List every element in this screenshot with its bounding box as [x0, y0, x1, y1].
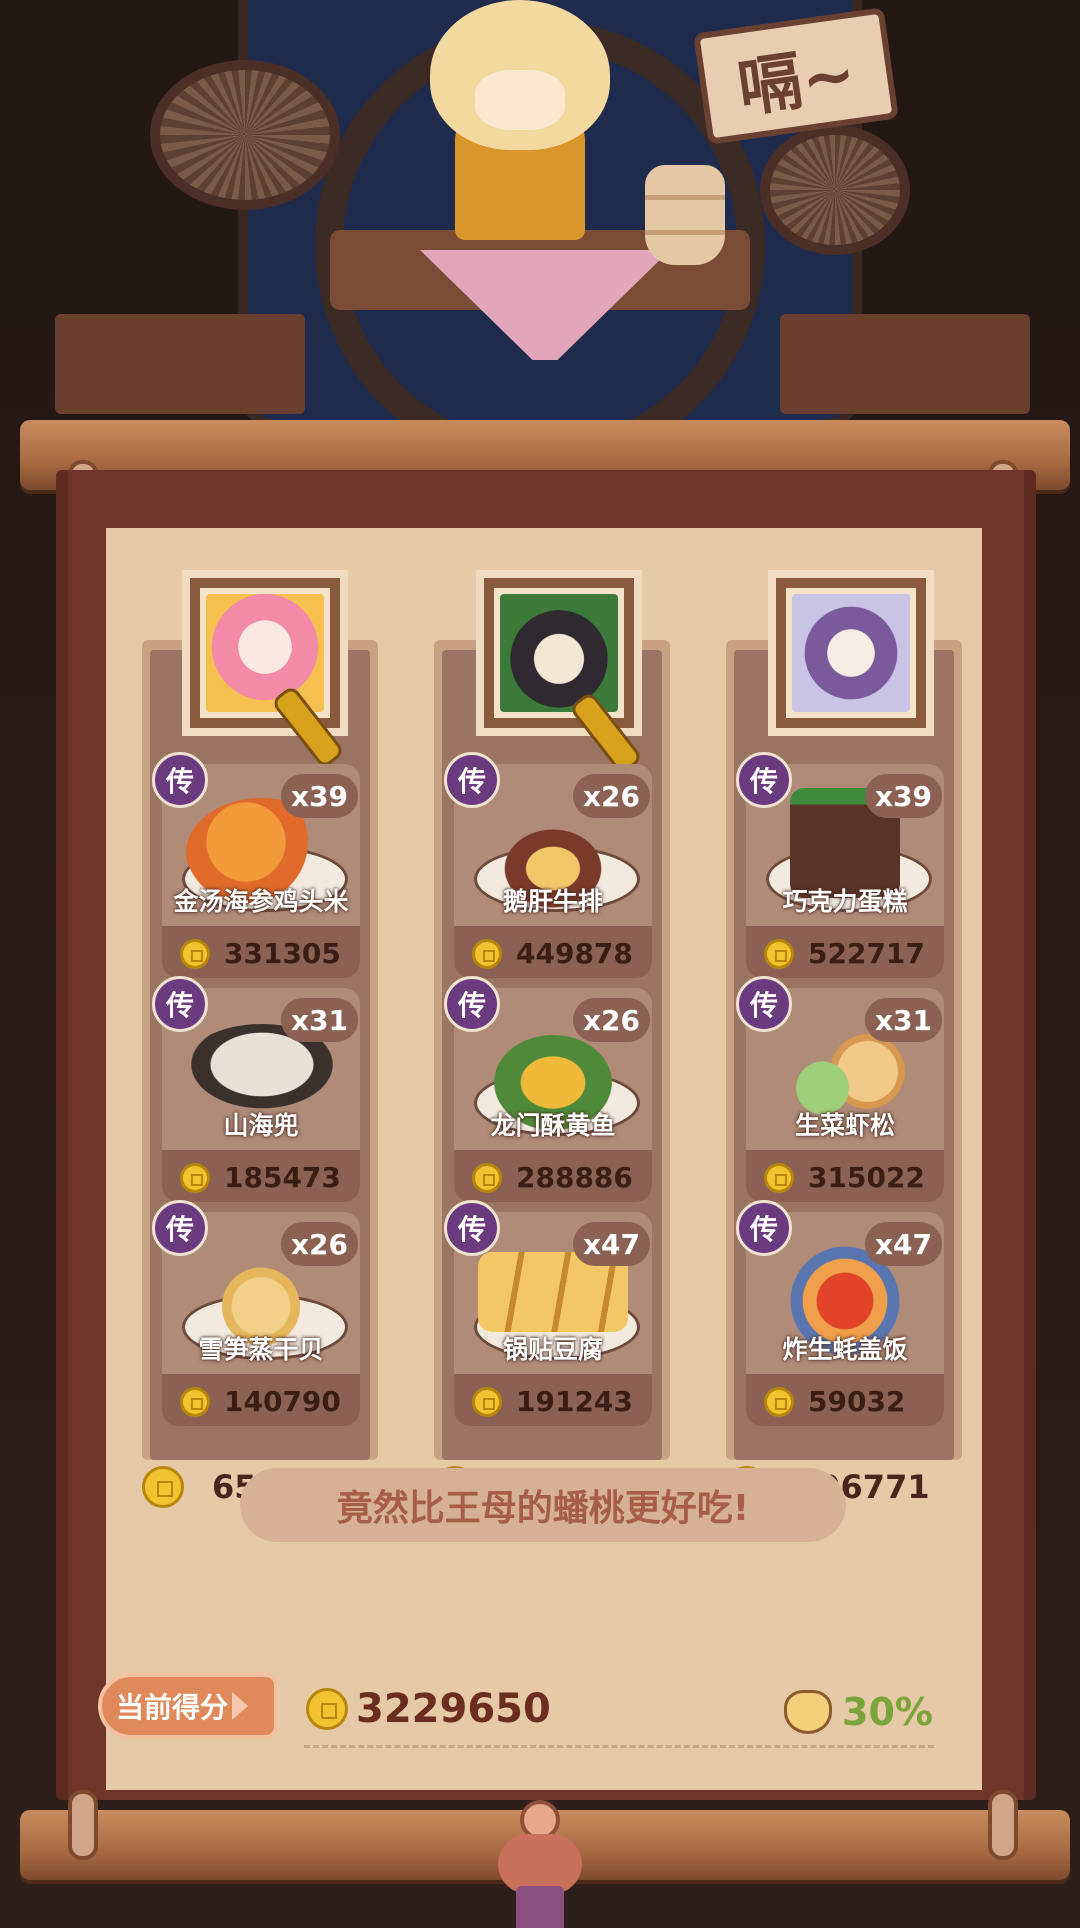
monkey-king-character [415, 0, 625, 240]
dish-price-value: 449878 [516, 937, 633, 970]
dish-price: 522717 [764, 937, 925, 970]
burp-sign-text: 嗝~ [733, 37, 861, 127]
satiety-bonus-value: 30% [842, 1690, 933, 1734]
legendary-badge: 传 [444, 752, 500, 808]
dish-price: 191243 [472, 1385, 633, 1418]
guest-comment-bubble: 竟然比王母的蟠桃更好吃! [240, 1468, 846, 1542]
current-score-label: 当前得分 [116, 1691, 229, 1724]
dish-price-value: 59032 [808, 1385, 906, 1418]
dish-card[interactable]: 传 x26 鹅肝牛排 449878 [444, 752, 652, 978]
knot-tassel [516, 1886, 564, 1928]
scroll-bottom-cap-right [988, 1790, 1018, 1860]
coin-icon [472, 1386, 502, 1417]
coin-icon [180, 938, 210, 969]
game-scene: 嗝~ 传 x39 金汤海参鸡头米 331305 传 x31 山海兜 185473… [0, 0, 1080, 1928]
guest-column: 传 x39 金汤海参鸡头米 331305 传 x31 山海兜 185473 传 … [142, 578, 378, 1508]
dish-price: 449878 [472, 937, 633, 970]
guest-portrait[interactable] [484, 578, 634, 728]
dish-price-value: 288886 [516, 1161, 633, 1194]
guest-column: 传 x26 鹅肝牛排 449878 传 x26 龙门酥黄鱼 288886 传 x… [434, 578, 670, 1508]
dish-name: 鹅肝牛排 [502, 887, 603, 916]
dish-card[interactable]: 传 x26 雪笋蒸干贝 140790 [152, 1200, 360, 1426]
dish-count: x47 [864, 1222, 942, 1266]
current-score: 3229650 [306, 1686, 551, 1732]
dish-name: 雪笋蒸干贝 [198, 1335, 324, 1364]
dish-price: 331305 [180, 937, 341, 970]
current-score-button[interactable]: 当前得分 [98, 1673, 278, 1739]
chinese-knot-icon [498, 1800, 582, 1928]
dish-card[interactable]: 传 x26 龙门酥黄鱼 288886 [444, 976, 652, 1202]
guest-portrait[interactable] [776, 578, 926, 728]
legendary-badge: 传 [736, 976, 792, 1032]
dish-count: x47 [572, 1222, 650, 1266]
dish-name: 龙门酥黄鱼 [490, 1111, 616, 1140]
dish-price-value: 191243 [516, 1385, 633, 1418]
knot-tie [498, 1834, 582, 1894]
dish-name: 山海兜 [223, 1111, 299, 1140]
coin-icon [764, 1386, 794, 1417]
legendary-badge: 传 [152, 976, 208, 1032]
fence-right [780, 314, 1030, 414]
character-face [475, 70, 565, 130]
dish-name: 生菜虾松 [794, 1111, 895, 1140]
dish-count: x26 [280, 1222, 358, 1266]
coin-icon [306, 1688, 348, 1730]
guest-portrait[interactable] [190, 578, 340, 728]
dish-price: 185473 [180, 1161, 341, 1194]
dish-count: x26 [572, 998, 650, 1042]
guest-portrait-art [500, 594, 618, 712]
coin-icon [472, 938, 502, 969]
dish-name: 金汤海参鸡头米 [173, 887, 349, 916]
dish-count: x39 [280, 774, 358, 818]
dish-card[interactable]: 传 x31 生菜虾松 315022 [736, 976, 944, 1202]
guest-column: 传 x39 巧克力蛋糕 522717 传 x31 生菜虾松 315022 传 x… [726, 578, 962, 1508]
satiety-bonus: 30% [784, 1690, 933, 1734]
scroll-bottom-cap-left [68, 1790, 98, 1860]
dish-card[interactable]: 传 x39 金汤海参鸡头米 331305 [152, 752, 360, 978]
legendary-badge: 传 [152, 1200, 208, 1256]
coin-icon [180, 1386, 210, 1417]
legendary-badge: 传 [444, 976, 500, 1032]
coin-icon [764, 938, 794, 969]
legendary-badge: 传 [736, 1200, 792, 1256]
dish-card[interactable]: 传 x47 炸生蚝盖饭 59032 [736, 1200, 944, 1426]
dish-price-value: 331305 [224, 937, 341, 970]
dish-count: x26 [572, 774, 650, 818]
dish-price: 288886 [472, 1161, 633, 1194]
coin-icon [764, 1162, 794, 1193]
dish-name: 炸生蚝盖饭 [782, 1335, 908, 1364]
dish-count: x39 [864, 774, 942, 818]
legendary-badge: 传 [444, 1200, 500, 1256]
dish-count: x31 [864, 998, 942, 1042]
dish-name: 锅贴豆腐 [502, 1335, 603, 1364]
guest-columns: 传 x39 金汤海参鸡头米 331305 传 x31 山海兜 185473 传 … [142, 578, 962, 1508]
dish-price-value: 315022 [808, 1161, 925, 1194]
dish-name: 巧克力蛋糕 [782, 887, 908, 916]
dish-count: x31 [280, 998, 358, 1042]
dish-price: 140790 [180, 1385, 341, 1418]
coin-icon [472, 1162, 502, 1193]
legendary-badge: 传 [152, 752, 208, 808]
fan-left-icon [150, 60, 340, 210]
current-score-value: 3229650 [356, 1686, 551, 1732]
dashed-divider [304, 1745, 934, 1748]
stacked-bowls-icon [645, 165, 725, 265]
fence-left [55, 314, 305, 414]
dish-card[interactable]: 传 x47 锅贴豆腐 191243 [444, 1200, 652, 1426]
dish-price: 315022 [764, 1161, 925, 1194]
legendary-badge: 传 [736, 752, 792, 808]
coin-icon [142, 1466, 184, 1508]
guest-portrait-art [792, 594, 910, 712]
dish-price-value: 185473 [224, 1161, 341, 1194]
dish-card[interactable]: 传 x31 山海兜 185473 [152, 976, 360, 1202]
guest-portrait-art [206, 594, 324, 712]
dish-card[interactable]: 传 x39 巧克力蛋糕 522717 [736, 752, 944, 978]
fan-right-icon [760, 125, 910, 255]
dish-price-value: 140790 [224, 1385, 341, 1418]
dish-price: 59032 [764, 1385, 905, 1418]
play-arrow-icon [232, 1692, 249, 1720]
dish-price-value: 522717 [808, 937, 925, 970]
full-belly-bonus-icon [784, 1690, 832, 1734]
coin-icon [180, 1162, 210, 1193]
